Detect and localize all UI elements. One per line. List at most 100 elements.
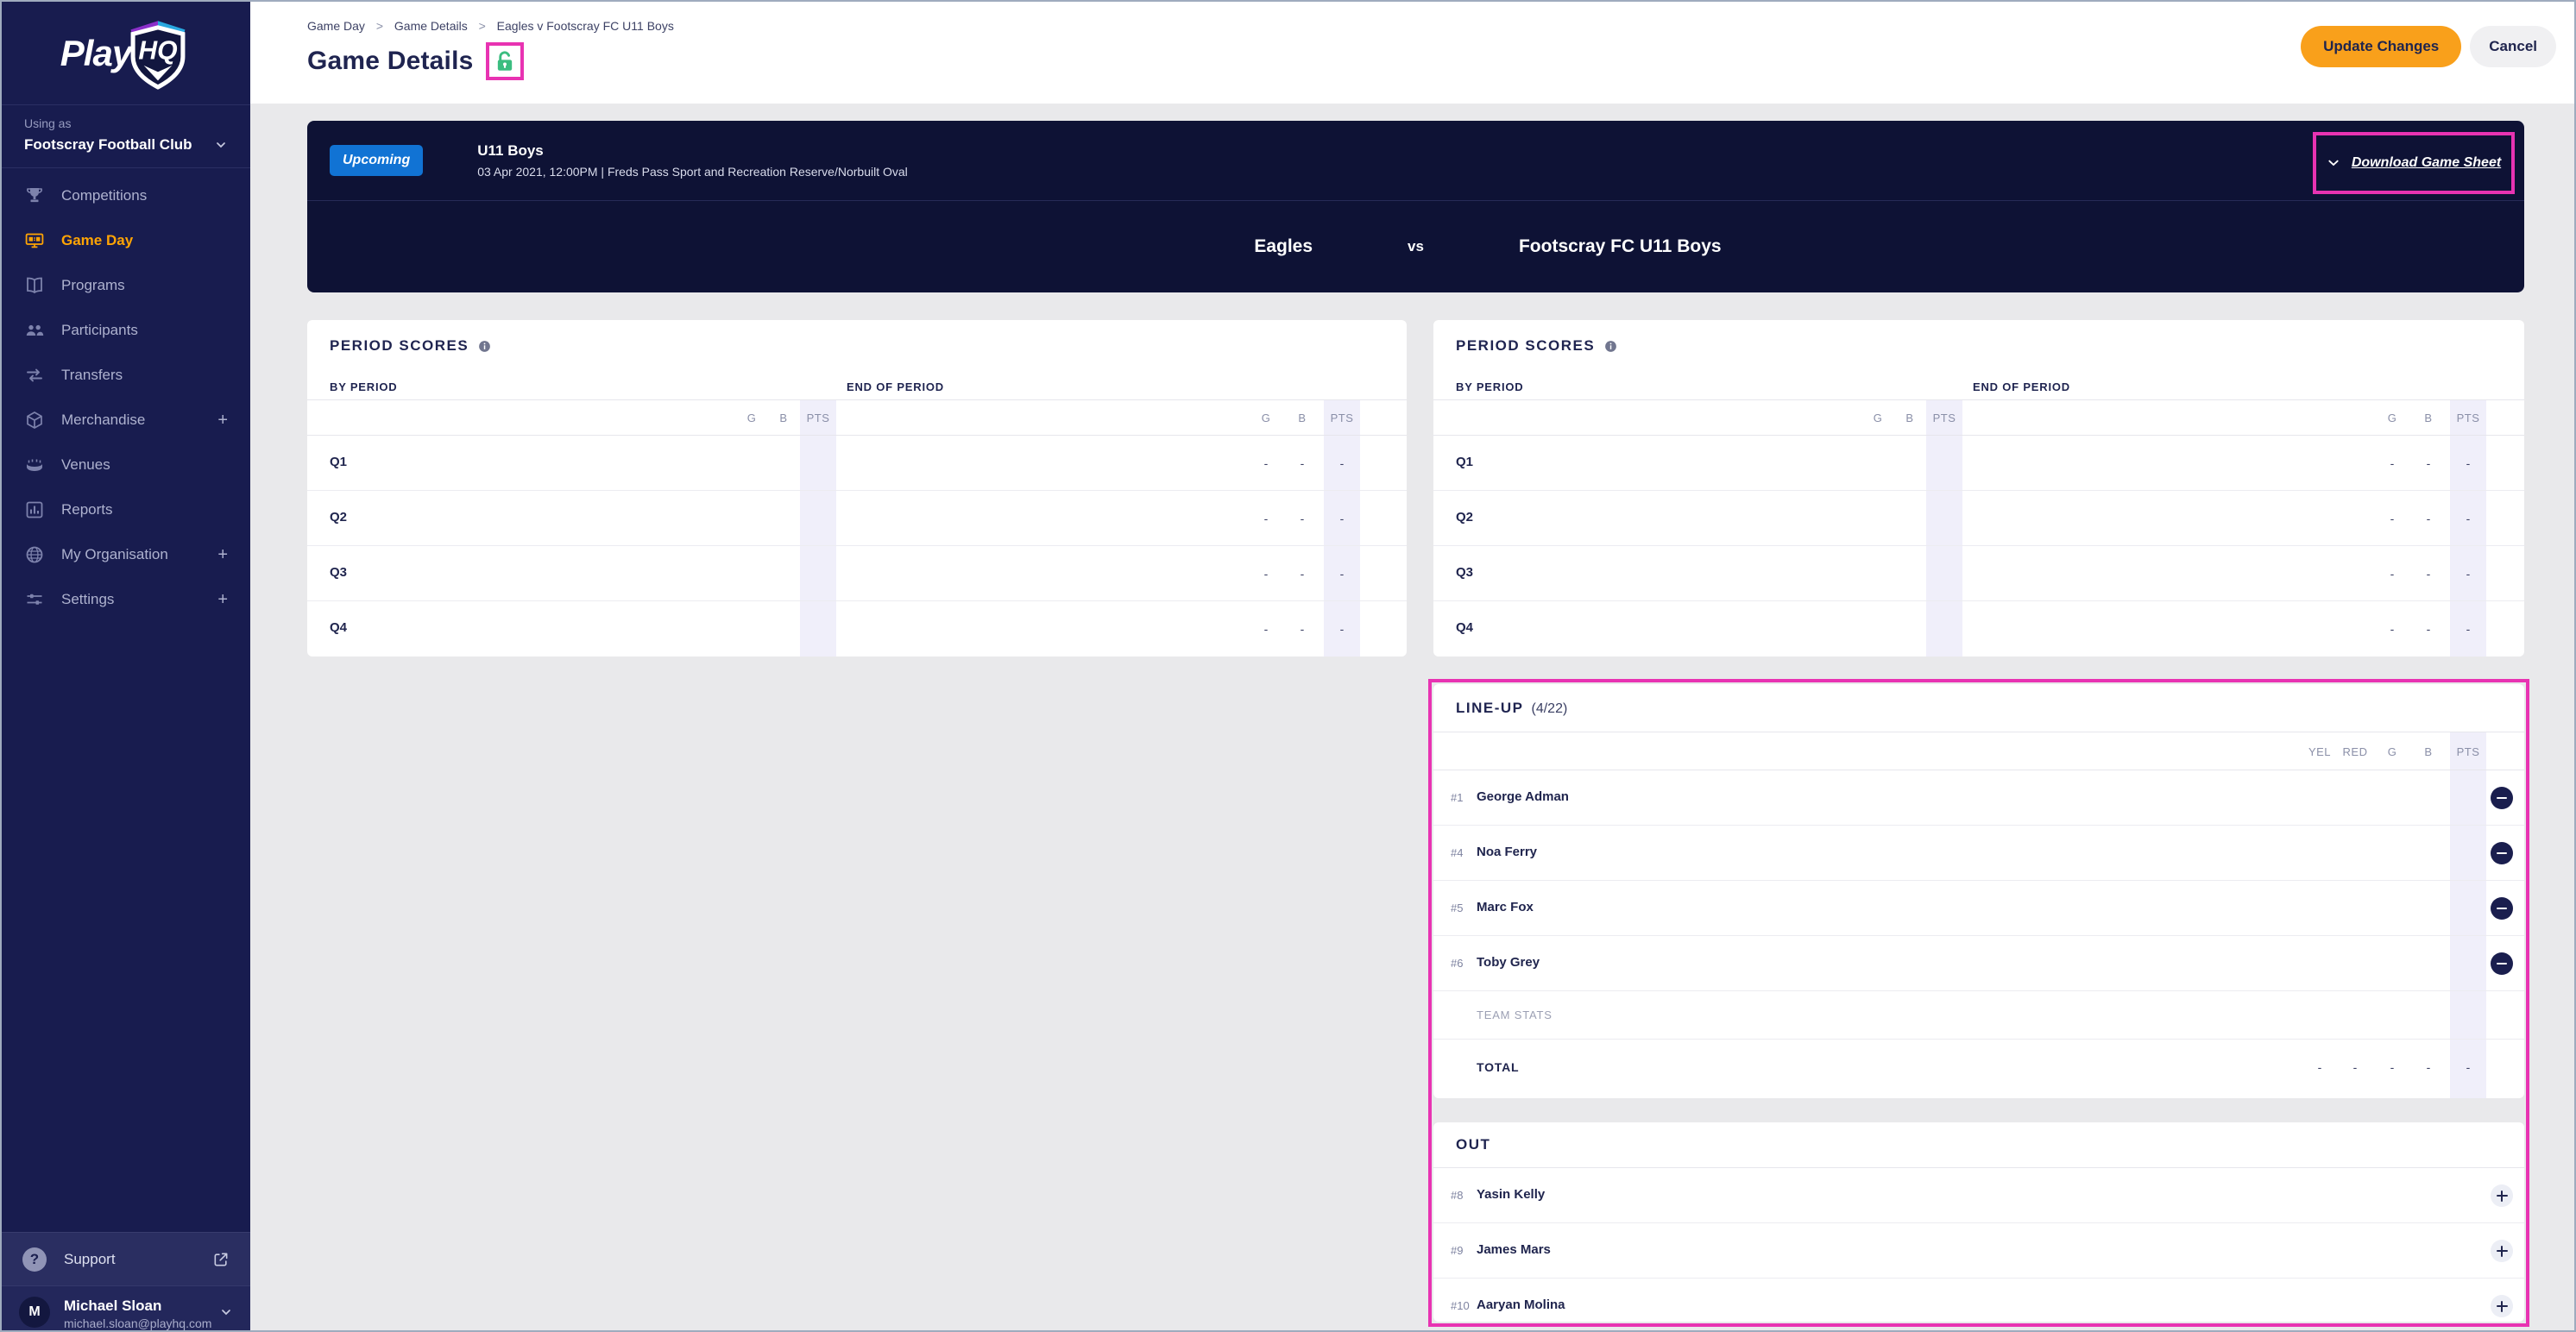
support-label: Support — [64, 1250, 116, 1267]
player-name: Aaryan Molina — [1477, 1297, 1565, 1312]
sidebar-item-label: Competitions — [61, 187, 148, 204]
col-yel: YEL — [2308, 745, 2332, 758]
add-player-button[interactable] — [2491, 1184, 2513, 1207]
end-b-value: - — [1300, 622, 1305, 636]
period-row: Q3 - - - — [307, 546, 1407, 601]
column-header-row: YEL RED G B PTS — [1433, 732, 2524, 770]
sidebar-item-venues[interactable]: Venues — [2, 443, 250, 487]
remove-player-button[interactable] — [2491, 842, 2513, 864]
sidebar-item-my-organisation[interactable]: My Organisation + — [2, 532, 250, 577]
total-red: - — [2352, 1060, 2358, 1074]
team-stats-row: TEAM STATS — [1433, 991, 2524, 1040]
unlock-highlight-box[interactable] — [485, 42, 524, 80]
player-number: #10 — [1451, 1299, 1470, 1312]
sidebar-item-competitions[interactable]: Competitions — [2, 173, 250, 218]
by-period-label: BY PERIOD — [330, 380, 398, 393]
end-g-value: - — [1263, 456, 1269, 470]
end-g-value: - — [1263, 567, 1269, 581]
trophy-icon — [24, 185, 45, 206]
period-scores-title: PERIOD SCORES — [330, 337, 469, 354]
org-name: Footscray Football Club — [24, 136, 192, 153]
sidebar-item-programs[interactable]: Programs — [2, 263, 250, 308]
help-icon: ? — [22, 1247, 47, 1272]
info-icon[interactable] — [1603, 339, 1618, 354]
col-g: G — [1261, 412, 1271, 424]
sidebar-item-merchandise[interactable]: Merchandise + — [2, 398, 250, 443]
download-game-sheet-highlight-box[interactable]: Download Game Sheet — [2313, 132, 2515, 194]
remove-player-button[interactable] — [2491, 952, 2513, 975]
unlocked-icon — [497, 51, 512, 71]
period-label: Q3 — [1456, 565, 1474, 580]
grade-name: U11 Boys — [477, 142, 544, 159]
sidebar-nav: Competitions Game Day Programs Participa… — [2, 168, 250, 622]
expand-plus[interactable]: + — [217, 411, 228, 430]
scoreboard-icon — [24, 230, 45, 251]
end-pts-value: - — [2466, 567, 2471, 581]
sidebar-item-label: Reports — [61, 501, 113, 518]
column-header-row: G B PTS G B PTS — [307, 399, 1407, 436]
home-team-name: Eagles — [1254, 236, 1313, 256]
player-name: Yasin Kelly — [1477, 1187, 1546, 1202]
breadcrumb-game-details[interactable]: Game Details — [394, 19, 468, 33]
col-pts: PTS — [2456, 412, 2480, 424]
people-icon — [24, 320, 45, 341]
player-name: George Adman — [1477, 789, 1569, 804]
sidebar-item-label: My Organisation — [61, 546, 168, 562]
using-as-label: Using as — [24, 116, 72, 130]
playhq-logo[interactable]: Play HQ — [2, 2, 250, 105]
logo-shield-icon: HQ — [124, 16, 192, 91]
period-row: Q4 - - - — [307, 601, 1407, 657]
period-label: Q1 — [330, 455, 348, 469]
end-pts-value: - — [1339, 622, 1345, 636]
end-of-period-label: END OF PERIOD — [847, 380, 944, 393]
remove-player-button[interactable] — [2491, 897, 2513, 920]
add-player-button[interactable] — [2491, 1295, 2513, 1317]
sidebar-item-settings[interactable]: Settings + — [2, 577, 250, 622]
end-b-value: - — [2426, 567, 2431, 581]
update-changes-button[interactable]: Update Changes — [2301, 26, 2462, 67]
expand-plus[interactable]: + — [217, 545, 228, 565]
sidebar-item-participants[interactable]: Participants — [2, 308, 250, 353]
svg-text:HQ: HQ — [139, 36, 178, 65]
lineup-title: LINE-UP — [1456, 700, 1524, 716]
end-pts-value: - — [2466, 456, 2471, 470]
add-player-button[interactable] — [2491, 1240, 2513, 1262]
period-scores-panel-home: PERIOD SCORES BY PERIOD END OF PERIOD G … — [307, 320, 1407, 657]
sidebar: Play HQ Using as Footscray Football Club — [2, 2, 250, 1330]
col-b: B — [2424, 745, 2433, 758]
support-link[interactable]: ? Support — [2, 1232, 250, 1285]
end-g-value: - — [2390, 512, 2395, 525]
info-icon[interactable] — [477, 339, 492, 354]
cancel-button[interactable]: Cancel — [2470, 26, 2556, 67]
main-area: Game Day > Game Details > Eagles v Foots… — [250, 2, 2574, 1330]
breadcrumb-separator: > — [478, 19, 486, 33]
end-pts-value: - — [1339, 567, 1345, 581]
breadcrumb-game-day[interactable]: Game Day — [307, 19, 365, 33]
sidebar-item-reports[interactable]: Reports — [2, 487, 250, 532]
expand-plus[interactable]: + — [217, 590, 228, 610]
org-switcher[interactable]: Using as Footscray Football Club — [2, 105, 250, 168]
status-badge: Upcoming — [330, 145, 424, 176]
matchup: Eagles vs Footscray FC U11 Boys — [307, 201, 2524, 292]
vs-label: vs — [1408, 238, 1424, 254]
lineup-panel: LINE-UP (4/22) YEL RED G B PTS #1 George… — [1433, 684, 2524, 1098]
sidebar-item-label: Transfers — [61, 367, 123, 383]
remove-player-button[interactable] — [2491, 787, 2513, 809]
col-b: B — [2424, 412, 2433, 424]
chevron-down-icon — [219, 1305, 233, 1319]
col-g: G — [746, 412, 757, 424]
page-header: Game Day > Game Details > Eagles v Foots… — [250, 2, 2574, 104]
sidebar-item-game-day[interactable]: Game Day — [2, 218, 250, 263]
download-game-sheet-link[interactable]: Download Game Sheet — [2352, 155, 2501, 171]
total-label: TOTAL — [1477, 1060, 1520, 1074]
col-red: RED — [2342, 745, 2368, 758]
period-label: Q2 — [330, 510, 348, 525]
end-b-value: - — [2426, 456, 2431, 470]
sidebar-item-transfers[interactable]: Transfers — [2, 353, 250, 398]
chevron-down-icon — [2328, 160, 2339, 166]
lineup-player-row: #5 Marc Fox — [1433, 881, 2524, 936]
user-menu[interactable]: M Michael Sloan michael.sloan@playhq.com — [2, 1285, 250, 1330]
player-number: #6 — [1451, 957, 1464, 970]
end-g-value: - — [2390, 567, 2395, 581]
col-pts: PTS — [806, 412, 830, 424]
